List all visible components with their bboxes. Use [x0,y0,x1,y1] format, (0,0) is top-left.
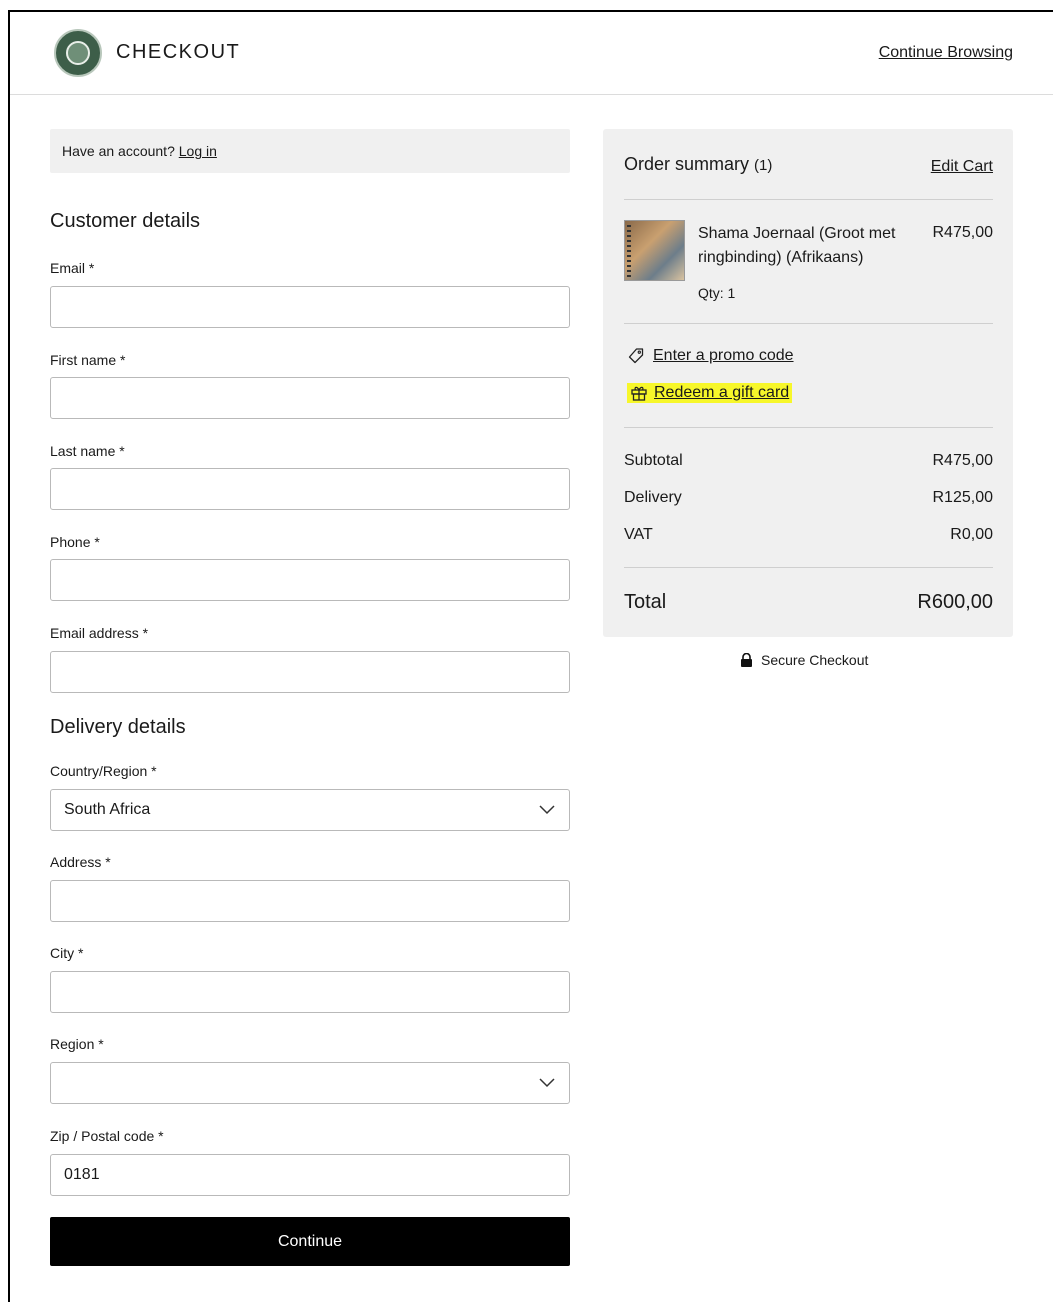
total-label: Total [624,591,667,613]
header: CHECKOUT Continue Browsing [10,12,1053,95]
phone-label: Phone * [50,534,100,550]
gift-card-link[interactable]: Redeem a gift card [627,383,793,403]
lock-icon [741,653,752,667]
promo-code-link[interactable]: Enter a promo code [627,347,794,365]
product-name: Shama Joernaal (Groot met ringbinding) (… [698,225,896,266]
vat-value: R0,00 [950,526,993,543]
address-label: Address * [50,854,111,870]
delivery-row: Delivery R125,00 [624,489,993,507]
zip-field[interactable] [50,1154,570,1196]
divider [624,427,993,428]
secure-checkout-label: Secure Checkout [761,652,869,668]
frame-border-left [8,10,10,1302]
promo-code-label: Enter a promo code [653,347,794,364]
total-row: Total R600,00 [624,591,993,614]
subtotal-label: Subtotal [624,452,683,469]
email-label: Email * [50,260,95,276]
first-name-label: First name * [50,352,126,368]
email-field[interactable] [50,286,570,328]
spiral-binding [627,225,631,277]
product-qty: Qty: 1 [698,285,736,301]
vat-row: VAT R0,00 [624,526,993,544]
login-link[interactable]: Log in [179,143,217,159]
email-address-label: Email address * [50,625,149,641]
customer-details-title: Customer details [50,210,201,232]
country-value: South Africa [64,801,151,818]
tag-icon [628,348,644,364]
gift-icon [631,386,647,401]
vat-label: VAT [624,526,653,543]
account-prompt: Have an account? [62,143,179,159]
continue-button[interactable]: Continue [50,1217,570,1266]
region-select[interactable] [50,1062,570,1104]
product-price: R475,00 [932,224,994,241]
product-thumbnail [624,220,685,281]
order-item-count: (1) [754,157,773,174]
email-address-field[interactable] [50,651,570,693]
edit-cart-link[interactable]: Edit Cart [931,158,993,176]
page-title: CHECKOUT [116,41,241,63]
city-field[interactable] [50,971,570,1013]
subtotal-value: R475,00 [932,452,994,469]
gift-card-label: Redeem a gift card [654,384,790,401]
divider [624,199,993,200]
last-name-field[interactable] [50,468,570,510]
address-field[interactable] [50,880,570,922]
country-label: Country/Region * [50,763,157,779]
country-select[interactable]: South Africa [50,789,570,831]
secure-checkout: Secure Checkout [740,652,868,668]
continue-browsing-link[interactable]: Continue Browsing [879,44,1013,62]
subtotal-row: Subtotal R475,00 [624,452,993,470]
account-banner: Have an account? Log in [50,129,570,173]
order-summary-label: Order summary [624,154,750,174]
zip-label: Zip / Postal code * [50,1128,164,1144]
logo-emblem [66,41,90,65]
delivery-value: R125,00 [932,489,994,506]
delivery-label: Delivery [624,489,682,506]
logo-icon[interactable] [54,29,102,77]
order-summary-panel: Order summary (1) Edit Cart Shama Joerna… [603,129,1013,637]
city-label: City * [50,945,84,961]
divider [624,323,993,324]
chevron-down-icon [539,805,555,815]
gift-card-highlight: Redeem a gift card [627,383,793,403]
divider [624,567,993,568]
order-summary-title: Order summary (1) [624,154,772,175]
region-label: Region * [50,1036,104,1052]
first-name-field[interactable] [50,377,570,419]
last-name-label: Last name * [50,443,125,459]
chevron-down-icon [539,1078,555,1088]
delivery-details-title: Delivery details [50,716,186,738]
phone-field[interactable] [50,559,570,601]
total-value: R600,00 [917,591,993,613]
